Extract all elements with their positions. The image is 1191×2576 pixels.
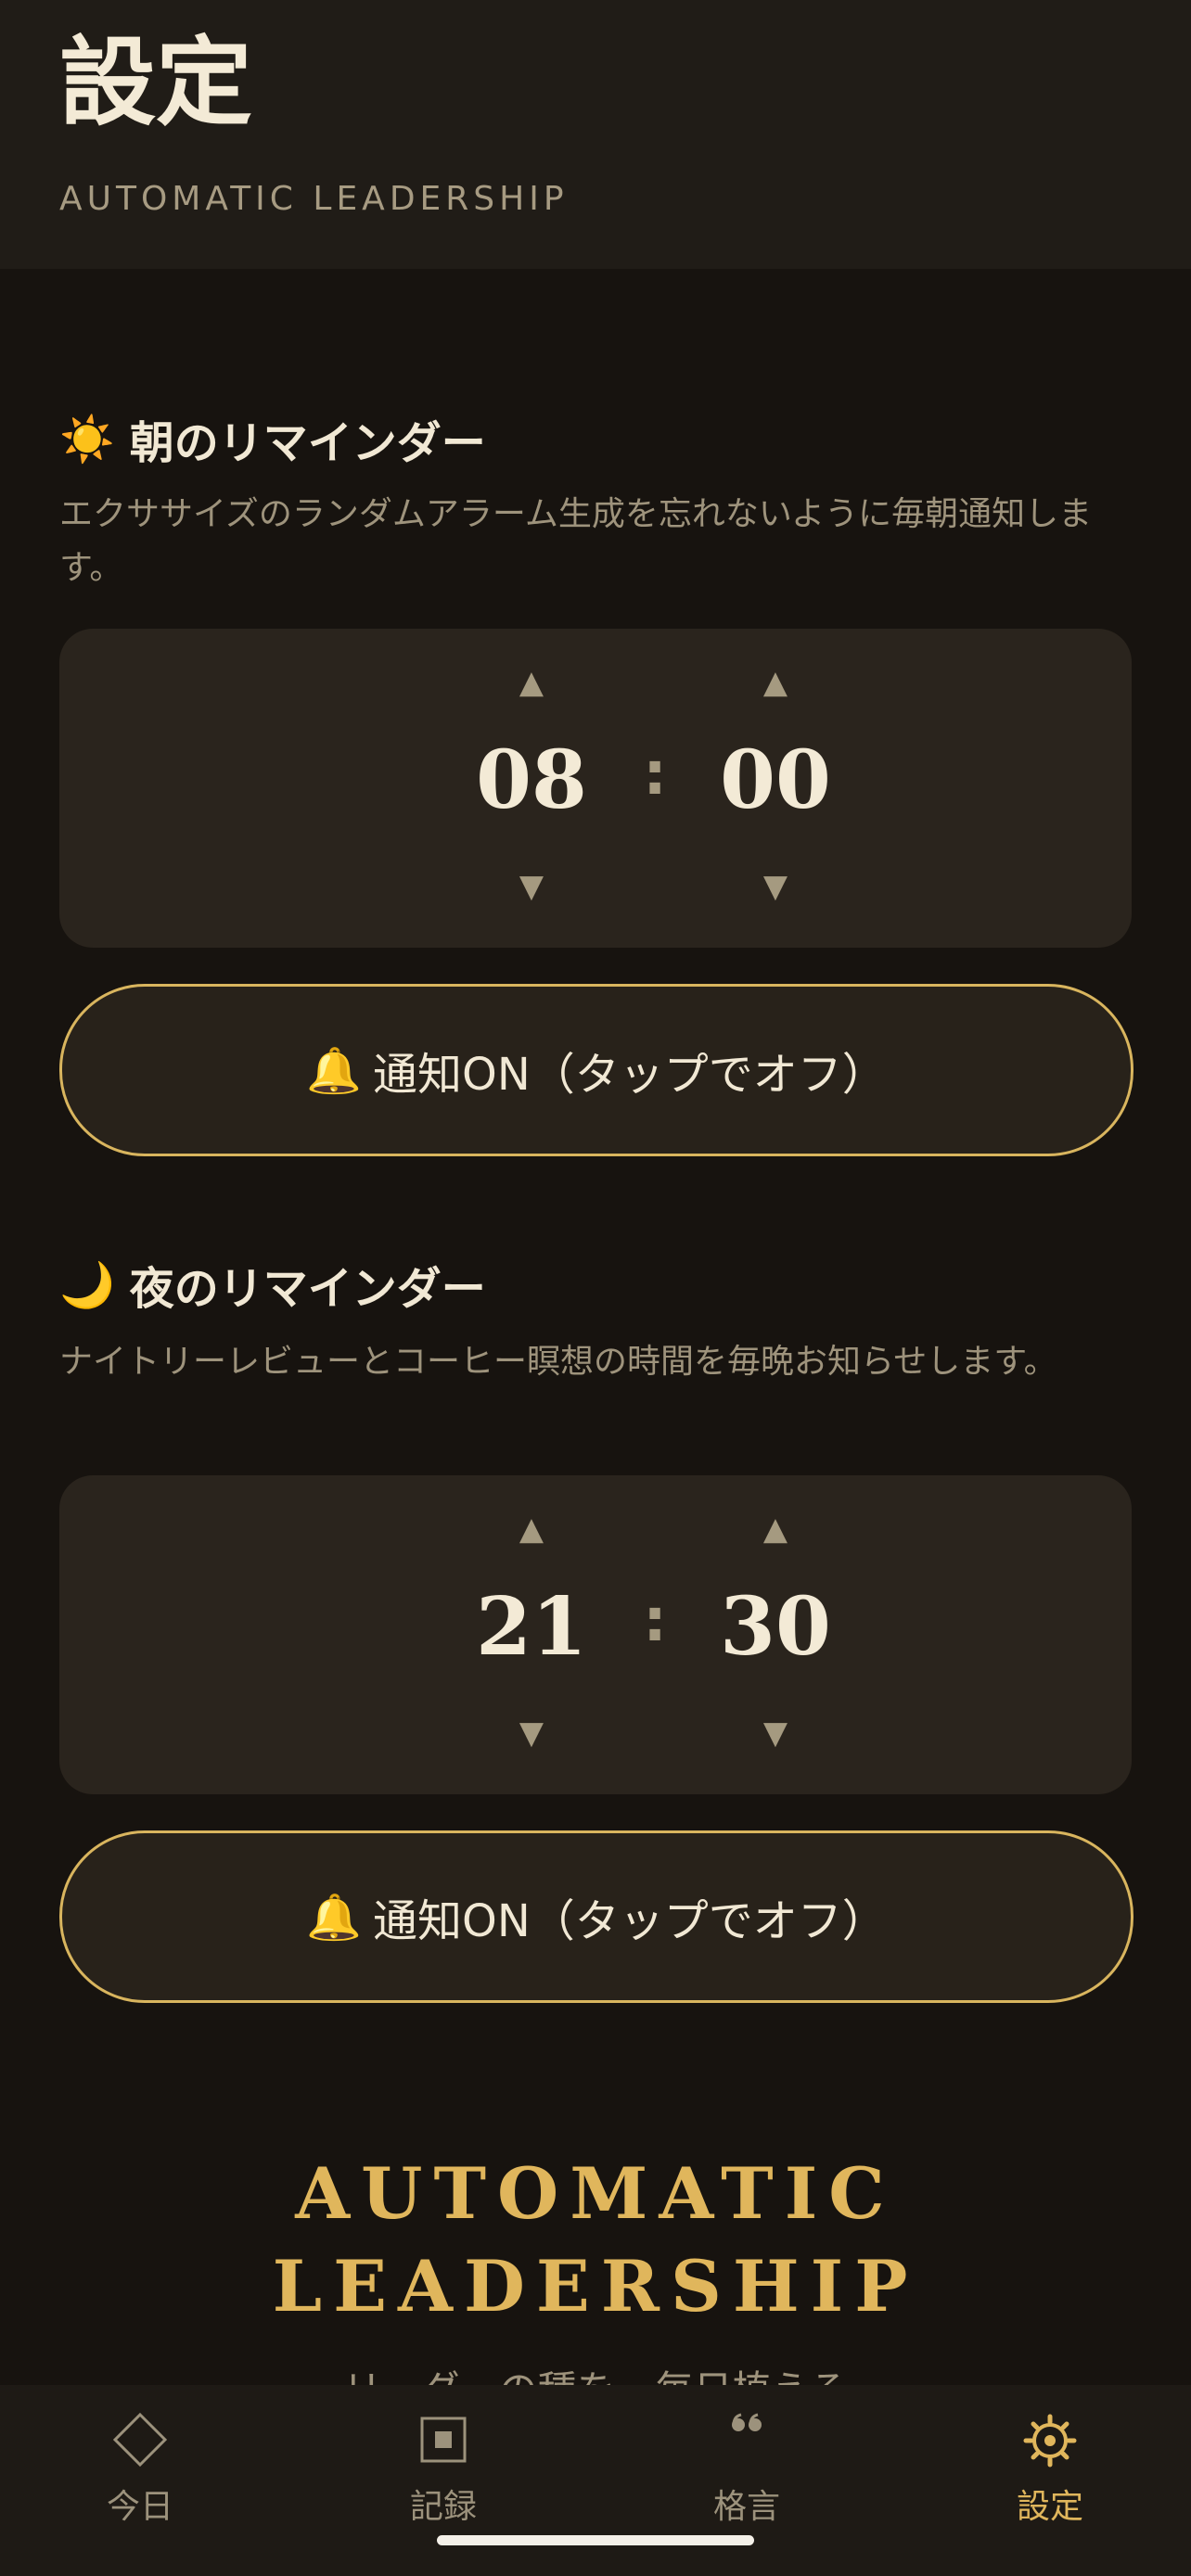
evening-minute-column: ▲ 30 ▼ <box>692 1475 859 1794</box>
morning-minute-down-icon[interactable]: ▼ <box>692 868 859 905</box>
morning-time-picker: ▲ 08 ▼ : ▲ 00 ▼ <box>59 629 1132 948</box>
morning-time-separator: : <box>643 740 667 809</box>
header: 設定 AUTOMATIC LEADERSHIP <box>0 0 1191 269</box>
morning-hour-up-icon[interactable]: ▲ <box>448 664 615 701</box>
bell-icon: 🔔 <box>306 1891 363 1944</box>
evening-minute-down-icon[interactable]: ▼ <box>692 1715 859 1752</box>
evening-title-label: 夜のリマインダー <box>129 1263 486 1315</box>
brand-line-1: AUTOMATIC <box>295 2152 896 2235</box>
page-title: 設定 <box>59 26 253 139</box>
morning-notification-toggle[interactable]: 🔔 通知ON（タップでオフ） <box>59 984 1133 1156</box>
quote-icon <box>732 2413 762 2431</box>
tab-quotes[interactable]: 格言 <box>626 2385 867 2533</box>
sun-icon: ☀️ <box>59 413 115 465</box>
evening-hour-down-icon[interactable]: ▼ <box>448 1715 615 1752</box>
tab-today-label: 今日 <box>106 2488 173 2526</box>
home-indicator <box>437 2535 754 2545</box>
evening-description: ナイトリーレビューとコーヒー瞑想の時間を毎晩お知らせします。 <box>59 1343 1057 1381</box>
tab-quotes-label: 格言 <box>712 2488 780 2526</box>
morning-minute-up-icon[interactable]: ▲ <box>692 664 859 701</box>
morning-toggle-label: 通知ON（タップでオフ） <box>373 1049 887 1101</box>
moon-icon: 🌙 <box>59 1258 115 1311</box>
tab-bar: 今日 記録 格言 設定 <box>0 2385 1191 2576</box>
gear-icon <box>1023 2414 1077 2468</box>
evening-section-title: 🌙 夜のリマインダー <box>59 1252 486 1317</box>
morning-minute-column: ▲ 00 ▼ <box>692 629 859 948</box>
evening-hour-column: ▲ 21 ▼ <box>448 1475 615 1794</box>
evening-minute-up-icon[interactable]: ▲ <box>692 1511 859 1548</box>
morning-title-label: 朝のリマインダー <box>129 417 486 469</box>
evening-toggle-label: 通知ON（タップでオフ） <box>373 1895 887 1947</box>
evening-hour-value: 21 <box>476 1580 587 1674</box>
evening-hour-up-icon[interactable]: ▲ <box>448 1511 615 1548</box>
morning-minute-value: 00 <box>720 733 831 827</box>
tab-settings-label: 設定 <box>1016 2488 1083 2526</box>
morning-hour-column: ▲ 08 ▼ <box>448 629 615 948</box>
morning-hour-value: 08 <box>476 733 587 827</box>
morning-hour-down-icon[interactable]: ▼ <box>448 868 615 905</box>
brand-line-2: LEADERSHIP <box>272 2245 919 2327</box>
evening-time-picker: ▲ 21 ▼ : ▲ 30 ▼ <box>59 1475 1132 1794</box>
evening-notification-toggle[interactable]: 🔔 通知ON（タップでオフ） <box>59 1830 1133 2003</box>
page-subtitle: AUTOMATIC LEADERSHIP <box>59 180 569 218</box>
tab-today[interactable]: 今日 <box>19 2385 261 2533</box>
tab-settings[interactable]: 設定 <box>929 2385 1171 2533</box>
tab-record[interactable]: 記録 <box>323 2385 564 2533</box>
morning-description: エクササイズのランダムアラーム生成を忘れないように毎朝通知します。 <box>59 495 1093 587</box>
evening-minute-value: 30 <box>720 1580 831 1674</box>
bell-icon: 🔔 <box>306 1044 363 1097</box>
tab-record-label: 記録 <box>409 2488 477 2526</box>
morning-section-title: ☀️ 朝のリマインダー <box>59 406 486 471</box>
evening-time-separator: : <box>643 1587 667 1655</box>
diamond-icon <box>112 2413 168 2468</box>
square-record-icon <box>420 2417 467 2463</box>
